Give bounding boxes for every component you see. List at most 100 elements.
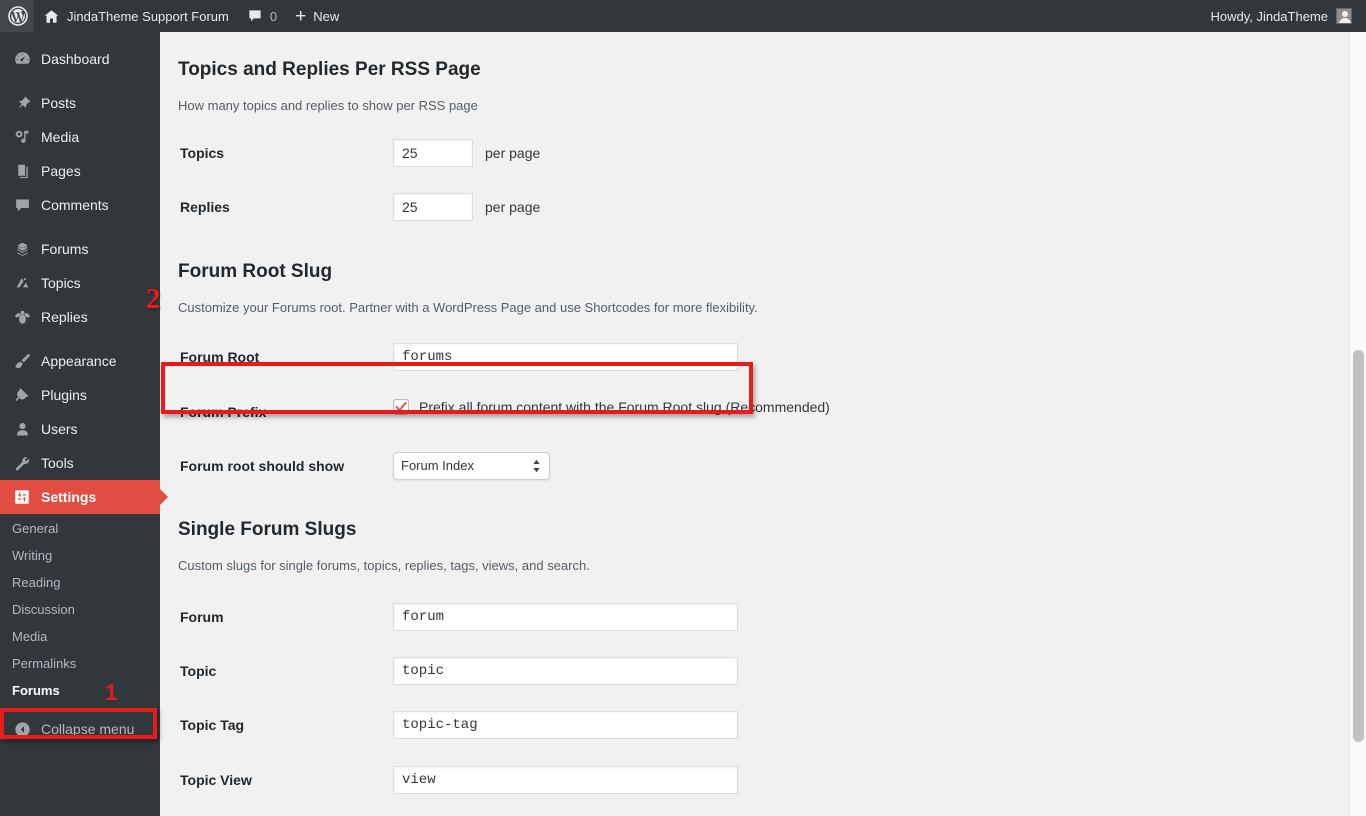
- forum-prefix-checkbox-label: Prefix all forum content with the Forum …: [419, 398, 830, 415]
- new-label: New: [313, 8, 340, 24]
- section-title-forum-root-slug: Forum Root Slug: [178, 261, 333, 283]
- site-name-menu[interactable]: JindaTheme Support Forum: [34, 0, 238, 32]
- new-content-menu[interactable]: + New: [286, 0, 348, 32]
- sidebar-item-label: Comments: [41, 197, 109, 213]
- settings-submenu: General Writing Reading Discussion Media…: [0, 514, 160, 708]
- sidebar-item-media[interactable]: Media: [0, 120, 160, 154]
- menu-spacer: [0, 32, 160, 42]
- forum-root-slug-table: Forum Root Forum Prefix Prefix all forum…: [178, 330, 1198, 493]
- replies-bee-icon: [12, 309, 32, 326]
- topics-per-page-input[interactable]: [393, 139, 473, 167]
- sidebar-item-pages[interactable]: Pages: [0, 154, 160, 188]
- menu-spacer: [0, 334, 160, 344]
- sidebar-item-label: Replies: [41, 309, 88, 325]
- table-row: Replies per page: [178, 180, 1198, 234]
- forums-icon: [12, 241, 32, 258]
- sidebar-item-label: Plugins: [41, 387, 87, 403]
- wordpress-logo-button[interactable]: [0, 0, 34, 32]
- comment-bubble-icon: [247, 8, 263, 24]
- pin-icon: [12, 95, 32, 112]
- page-scrollbar[interactable]: [1349, 32, 1366, 816]
- field-label-topic-slug: Topic: [180, 663, 217, 680]
- scrollbar-thumb[interactable]: [1353, 350, 1364, 742]
- submenu-item-forums[interactable]: Forums: [0, 677, 160, 704]
- table-row: Topics per page: [178, 126, 1198, 180]
- topic-view-slug-input[interactable]: [393, 765, 738, 794]
- sidebar-item-tools[interactable]: Tools: [0, 446, 160, 480]
- forum-prefix-checkbox[interactable]: [393, 398, 409, 415]
- sidebar-item-dashboard[interactable]: Dashboard: [0, 42, 160, 76]
- field-label-forum-slug: Forum: [180, 608, 224, 625]
- table-row: Topic Tag: [178, 698, 1198, 752]
- admin-bar: JindaTheme Support Forum 0 + New Howdy, …: [0, 0, 1366, 32]
- collapse-menu-label: Collapse menu: [41, 721, 135, 737]
- rss-settings-table: Topics per page Replies per page: [178, 126, 1198, 234]
- sidebar-item-comments[interactable]: Comments: [0, 188, 160, 222]
- plus-icon: +: [295, 5, 307, 27]
- dashboard-icon: [12, 51, 32, 68]
- topics-icon: [12, 275, 32, 292]
- sidebar-item-label: Tools: [41, 455, 74, 471]
- sidebar-item-forums[interactable]: Forums: [0, 232, 160, 266]
- comments-menu[interactable]: 0: [238, 0, 286, 32]
- sidebar-item-plugins[interactable]: Plugins: [0, 378, 160, 412]
- sidebar-item-settings[interactable]: Settings: [0, 480, 168, 514]
- sidebar-item-label: Appearance: [41, 353, 117, 369]
- sidebar-item-users[interactable]: Users: [0, 412, 160, 446]
- sidebar-item-label: Media: [41, 129, 80, 145]
- settings-sliders-icon: [12, 489, 32, 505]
- section-desc-rss: How many topics and replies to show per …: [178, 98, 478, 113]
- table-row: Forum Root: [178, 330, 1198, 384]
- topic-slug-input[interactable]: [393, 657, 738, 686]
- my-account-menu[interactable]: Howdy, JindaTheme: [1201, 0, 1366, 32]
- media-icon: [12, 129, 32, 146]
- home-icon: [43, 8, 60, 25]
- single-forum-slugs-table: Forum Topic Topic Tag Topic View: [178, 590, 1198, 807]
- menu-spacer: [0, 222, 160, 232]
- sidebar-item-posts[interactable]: Posts: [0, 86, 160, 120]
- sidebar-item-label: Posts: [41, 95, 77, 111]
- sidebar-item-label: Users: [41, 421, 78, 437]
- submenu-item-discussion[interactable]: Discussion: [0, 596, 160, 623]
- comments-count: 0: [269, 8, 278, 24]
- per-page-label: per page: [485, 199, 541, 216]
- field-label-topic-view-slug: Topic View: [180, 771, 252, 788]
- sidebar-item-replies[interactable]: Replies: [0, 300, 160, 334]
- collapse-menu-button[interactable]: Collapse menu: [0, 712, 160, 746]
- main-content-area: Topics and Replies Per RSS Page How many…: [160, 32, 1366, 816]
- sidebar-item-appearance[interactable]: Appearance: [0, 344, 160, 378]
- comment-bubble-icon: [12, 197, 32, 214]
- forum-root-input[interactable]: [393, 343, 738, 372]
- replies-per-page-input[interactable]: [393, 193, 473, 222]
- section-title-rss: Topics and Replies Per RSS Page: [178, 59, 481, 80]
- table-row: Forum: [178, 590, 1198, 644]
- field-label-replies-per-page: Replies: [180, 199, 230, 216]
- collapse-arrow-icon: [12, 721, 32, 738]
- field-label-forum-root: Forum Root: [180, 349, 260, 366]
- table-row: Topic View: [178, 753, 1198, 807]
- menu-spacer: [0, 76, 160, 86]
- section-title-single-forum-slugs: Single Forum Slugs: [178, 518, 357, 540]
- site-name-label: JindaTheme Support Forum: [67, 8, 229, 24]
- submenu-item-permalinks[interactable]: Permalinks: [0, 650, 160, 677]
- submenu-item-reading[interactable]: Reading: [0, 569, 160, 596]
- sidebar-item-label: Settings: [41, 489, 97, 505]
- forum-root-should-show-select[interactable]: Forum Index Topics by Last Post: [393, 451, 550, 480]
- forum-slug-input[interactable]: [393, 602, 738, 631]
- wrench-icon: [12, 455, 32, 472]
- section-desc-single-forum-slugs: Custom slugs for single forums, topics, …: [178, 557, 590, 573]
- field-label-topic-tag-slug: Topic Tag: [180, 717, 245, 734]
- paintbrush-icon: [12, 353, 32, 370]
- per-page-label: per page: [485, 144, 541, 161]
- submenu-item-media[interactable]: Media: [0, 623, 160, 650]
- sidebar-item-label: Forums: [41, 241, 89, 257]
- submenu-item-writing[interactable]: Writing: [0, 542, 160, 569]
- user-avatar-icon: [1336, 8, 1352, 24]
- topic-tag-slug-input[interactable]: [393, 711, 738, 740]
- submenu-item-general[interactable]: General: [0, 515, 160, 542]
- field-label-topics-per-page: Topics: [180, 145, 225, 161]
- field-label-forum-root-should-show: Forum root should show: [180, 457, 345, 474]
- howdy-label: Howdy, JindaTheme: [1210, 8, 1328, 24]
- sidebar-item-topics[interactable]: Topics: [0, 266, 160, 300]
- pages-icon: [12, 163, 32, 180]
